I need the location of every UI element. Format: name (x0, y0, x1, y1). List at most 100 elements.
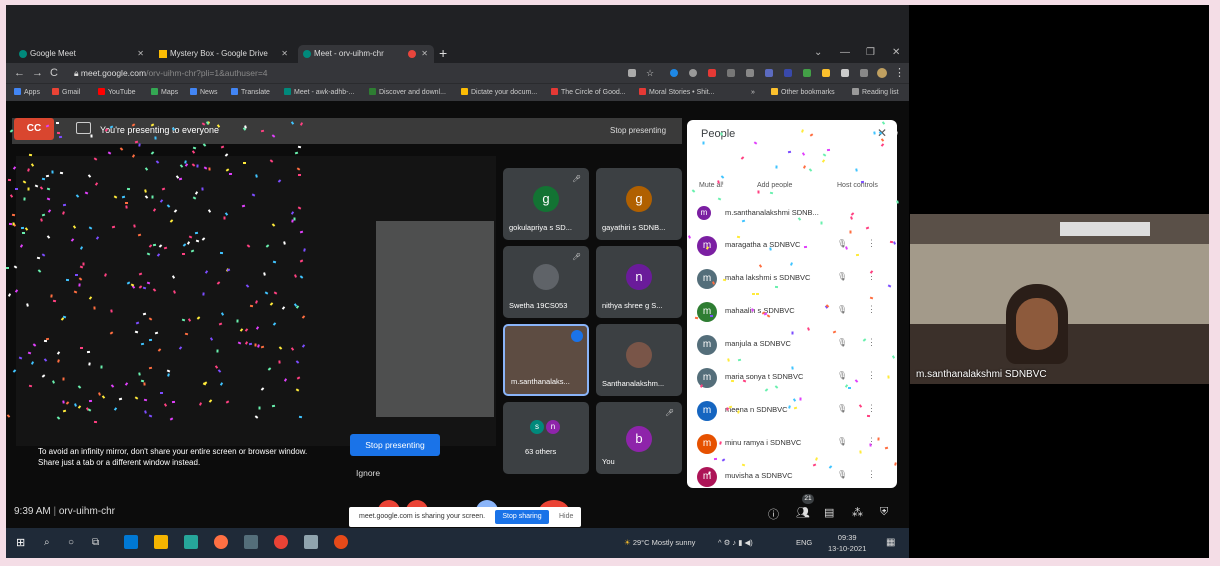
clock[interactable]: 09:39 13-10-2021 (828, 532, 866, 554)
more-bookmarks-icon[interactable]: » (751, 84, 755, 102)
back-icon[interactable]: ← (14, 63, 25, 83)
info-icon[interactable]: ⓘ (768, 506, 779, 522)
cortana-icon[interactable]: ○ (68, 528, 74, 558)
list-item[interactable]: m muvisha a SDNBVC 🎙︎ ⋮ (697, 465, 887, 488)
avatar[interactable] (877, 68, 887, 78)
confetti-piece (152, 243, 156, 247)
new-tab-icon[interactable]: + (439, 43, 447, 63)
weather-widget[interactable]: ☀ 29°C Mostly sunny (624, 528, 695, 558)
window-close-icon[interactable]: ✕ (892, 43, 900, 63)
firefox-icon[interactable] (214, 535, 228, 549)
bookmark-moral-stories[interactable]: Moral Stories • Shit... (639, 84, 714, 102)
extension-icon[interactable] (746, 69, 754, 77)
extension-icon[interactable] (784, 69, 792, 77)
participant-tile-speaking[interactable]: m.santhanalaks... (503, 324, 589, 396)
close-icon[interactable]: ✕ (281, 45, 288, 63)
stop-presenting-link[interactable]: Stop presenting (610, 126, 666, 135)
bookmark-other[interactable]: Other bookmarks (771, 84, 835, 102)
minimize-icon[interactable]: — (840, 43, 850, 63)
search-icon[interactable]: ⌕ (44, 528, 50, 558)
star-icon[interactable]: ☆ (646, 63, 654, 83)
reload-icon[interactable]: C (50, 63, 58, 83)
more-options-icon[interactable]: ⋮ (867, 370, 876, 381)
list-item[interactable]: m meena n SDNBVC 🎙︎ ⋮ (697, 399, 887, 423)
host-controls-button[interactable]: Host controls (837, 182, 878, 189)
host-controls-icon[interactable]: ⛨ (880, 506, 888, 519)
close-icon[interactable]: ✕ (137, 45, 144, 63)
more-options-icon[interactable]: ⋮ (867, 403, 876, 414)
close-icon[interactable]: ✕ (421, 45, 428, 63)
forward-icon[interactable]: → (32, 63, 43, 83)
confetti-piece (100, 365, 103, 369)
participant-tile[interactable]: Santhanalakshm... (596, 324, 682, 396)
store-icon[interactable] (184, 535, 198, 549)
add-people-button[interactable]: Add people (757, 182, 792, 189)
more-options-icon[interactable]: ⋮ (867, 304, 876, 315)
captions-icon[interactable]: CC (14, 118, 54, 140)
ignore-button[interactable]: Ignore (356, 468, 380, 478)
participant-tile[interactable]: n nithya shree g S... (596, 246, 682, 318)
windows-start-icon[interactable]: ⊞ (16, 528, 25, 558)
bookmark-apps[interactable]: Apps (14, 84, 40, 102)
bookmark-meet[interactable]: Meet - awk-adhb-... (284, 84, 354, 102)
people-icon[interactable]: 👥︎ (796, 506, 810, 519)
confetti-piece (787, 405, 791, 409)
participant-tile[interactable]: 🎤︎ Swetha 19CS053 (503, 246, 589, 318)
bookmark-dictate[interactable]: Dictate your docum... (461, 84, 537, 102)
extension-icon[interactable] (765, 69, 773, 77)
extension-icon[interactable] (822, 69, 830, 77)
app-icon[interactable] (304, 535, 318, 549)
task-view-icon[interactable]: ⧉ (92, 528, 99, 558)
chrome-icon[interactable] (274, 535, 288, 549)
extension-icon[interactable] (670, 69, 678, 77)
more-options-icon[interactable]: ⋮ (867, 469, 876, 480)
avatar: g (533, 186, 559, 212)
app-icon[interactable] (244, 535, 258, 549)
puzzle-icon[interactable] (841, 69, 849, 77)
extension-icon[interactable] (803, 69, 811, 77)
address-bar[interactable]: 🔒︎ meet.google.com/orv-uihm-chr?pli=1&au… (74, 66, 654, 80)
others-tile[interactable]: s n 63 others (503, 402, 589, 474)
bookmark-youtube[interactable]: YouTube (98, 84, 136, 102)
playlist-icon[interactable] (860, 69, 868, 77)
chat-icon[interactable]: ▤ (824, 506, 834, 519)
bookmark-discover[interactable]: Discover and downl... (369, 84, 446, 102)
bookmark-translate[interactable]: Translate (231, 84, 270, 102)
hide-button[interactable]: Hide (559, 507, 573, 527)
tab-search-icon[interactable]: ⌄ (814, 43, 822, 63)
list-item[interactable]: m m.santhanalakshmi SDNB... (697, 202, 887, 226)
tab-bar: Google Meet ✕ Mystery Box - Google Drive… (6, 43, 909, 63)
menu-icon[interactable]: ⋮ (894, 63, 905, 83)
extension-icon[interactable] (689, 69, 697, 77)
bookmark-news[interactable]: News (190, 84, 218, 102)
tab-google-meet[interactable]: Google Meet ✕ (14, 45, 150, 63)
bookmark-gmail[interactable]: Gmail (52, 84, 80, 102)
more-options-icon[interactable]: ⋮ (867, 337, 876, 348)
activities-icon[interactable]: ⁂ (852, 506, 863, 519)
self-tile[interactable]: b 🎤︎ You (596, 402, 682, 474)
confetti-piece (229, 172, 233, 175)
maximize-icon[interactable]: ❐ (866, 43, 875, 63)
extension-icon[interactable] (708, 69, 716, 77)
stop-presenting-button[interactable]: Stop presenting (350, 434, 440, 456)
tab-mystery-box[interactable]: Mystery Box - Google Drive ✕ (154, 45, 294, 63)
list-item[interactable]: m mahaalin s SDNBVC 🎙︎ ⋮ (697, 300, 887, 324)
more-options-icon[interactable]: ⋮ (867, 238, 876, 249)
bookmark-maps[interactable]: Maps (151, 84, 178, 102)
mail-icon[interactable] (124, 535, 138, 549)
language-indicator[interactable]: ENG (796, 528, 812, 558)
participant-tile[interactable]: g gayathiri s SDNB... (596, 168, 682, 240)
tab-meet-active[interactable]: Meet - orv-uihm-chr ✕ (298, 45, 434, 63)
extension-icon[interactable] (727, 69, 735, 77)
bookmark-circle-of-good[interactable]: The Circle of Good... (551, 84, 626, 102)
tray-icons[interactable]: ^ ⚙ ♪ ▮ ◀) (718, 528, 753, 558)
reading-list[interactable]: Reading list (852, 84, 899, 102)
file-explorer-icon[interactable] (154, 535, 168, 549)
app-icon[interactable] (334, 535, 348, 549)
participant-tile[interactable]: g 🎤︎ gokulapriya s SD... (503, 168, 589, 240)
mic-off-icon: 🎙︎ (837, 305, 848, 314)
list-item[interactable]: m manjula a SDNBVC 🎙︎ ⋮ (697, 333, 887, 357)
camera-indicator-icon[interactable] (628, 69, 636, 77)
stop-sharing-button[interactable]: Stop sharing (495, 510, 549, 524)
notifications-icon[interactable]: ▦ (886, 528, 895, 558)
